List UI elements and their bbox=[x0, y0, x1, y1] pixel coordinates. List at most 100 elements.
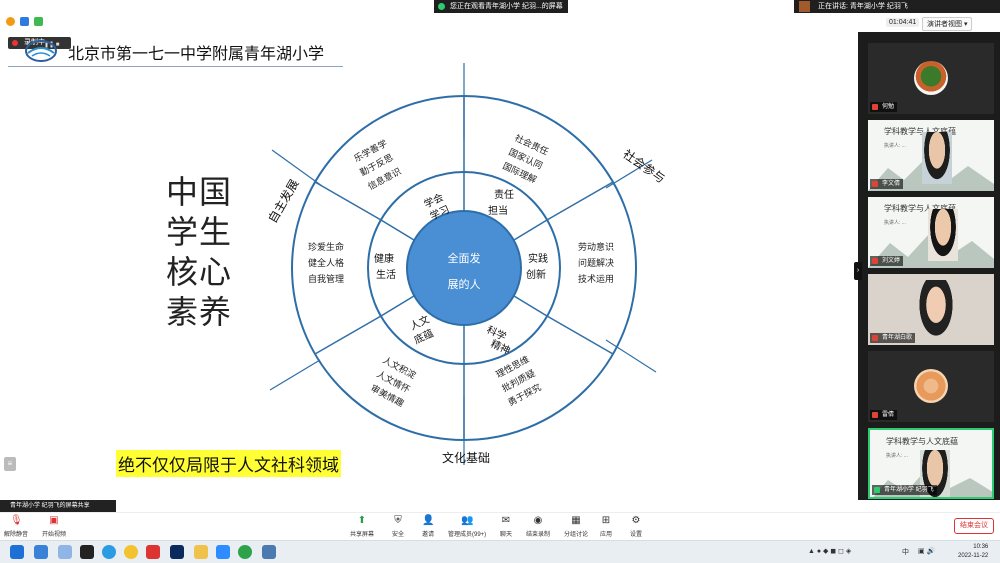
apps-label: 应用 bbox=[600, 532, 613, 538]
wechat-icon[interactable] bbox=[238, 545, 252, 559]
participant-name: 刘文婷 bbox=[870, 256, 904, 266]
outer-label-renwen: 人文积淀 人文情怀 审美情趣 bbox=[369, 354, 418, 410]
participant-video bbox=[922, 132, 952, 184]
slide-main-title: 中国 学生 核心 素养 bbox=[166, 173, 233, 331]
left-toolbar-handle[interactable]: ≡ bbox=[4, 457, 16, 471]
participant-name-text: 雷倩 bbox=[882, 412, 895, 418]
participant-tile-active-speaker[interactable]: 学科教学与人文底蕴 执讲人: ... 青年湖小学 纪羽飞 bbox=[868, 428, 994, 499]
participant-tile[interactable]: 青年湖白歌 bbox=[868, 274, 994, 345]
participant-name-text: 何勉 bbox=[882, 104, 895, 110]
chrome-icon[interactable] bbox=[124, 545, 138, 559]
participant-name-text: 李文倩 bbox=[882, 181, 901, 187]
participants-button[interactable]: 👥 管理成员(99+) bbox=[448, 515, 486, 538]
folder-icon[interactable] bbox=[194, 545, 208, 559]
info-icon[interactable] bbox=[6, 17, 15, 26]
stop-recording-button[interactable]: ◉ 结束录制 bbox=[526, 515, 550, 538]
divider-lower-left bbox=[269, 359, 321, 391]
mic-muted-icon bbox=[872, 412, 878, 418]
app-icon[interactable] bbox=[58, 545, 72, 559]
mic-active-icon bbox=[874, 487, 880, 493]
mic-muted-icon bbox=[872, 104, 878, 110]
invite-label: 邀请 bbox=[422, 532, 435, 538]
meeting-app-icon[interactable] bbox=[216, 545, 230, 559]
meeting-top-bar: 您正在观看青年湖小学 纪羽...的屏幕 正在讲话: 青年湖小学 纪羽飞 01:0… bbox=[0, 0, 1000, 32]
breakout-button[interactable]: ▦ 分组讨论 bbox=[564, 515, 588, 538]
participants-label: 管理成员(99+) bbox=[448, 532, 487, 538]
mute-label: 解除静音 bbox=[4, 532, 29, 538]
svg-text:健全人格: 健全人格 bbox=[308, 257, 344, 269]
domain-shehui: 社会参与 bbox=[620, 146, 668, 186]
view-mode-button[interactable]: 演讲者视图 ▾ bbox=[922, 17, 973, 31]
share-screen-button[interactable]: ⬆ 共享屏幕 bbox=[350, 515, 374, 538]
outer-label-kexue: 理性思维 批判质疑 勇于探究 bbox=[494, 353, 543, 409]
speaker-avatar bbox=[799, 1, 810, 12]
video-label: 开始视频 bbox=[42, 532, 67, 538]
participant-tile[interactable]: 何勉 bbox=[868, 43, 994, 114]
domain-wenhua: 文化基础 bbox=[442, 450, 490, 465]
edge-icon[interactable] bbox=[102, 545, 116, 559]
apps-button[interactable]: ⊞ 应用 bbox=[600, 515, 612, 538]
core-literacy-diagram: 全面发 展的人 自主发展 社会参与 文化基础 学会 学习 责任 担当 实践 创新… bbox=[265, 63, 668, 465]
start-video-button[interactable]: ▣ 开始视频 bbox=[42, 515, 66, 538]
tile-slide-sub: 执讲人: ... bbox=[886, 453, 908, 459]
collapse-panel-button[interactable]: › bbox=[854, 262, 862, 280]
video-off-icon: ▣ bbox=[49, 515, 59, 526]
security-label: 安全 bbox=[392, 532, 405, 538]
outer-label-jiankang: 珍爱生命 健全人格 自我管理 bbox=[308, 241, 344, 285]
participant-name: 青年湖小学 纪羽飞 bbox=[872, 485, 937, 495]
meeting-timer: 01:04:41 bbox=[886, 18, 920, 27]
share-status-icon bbox=[438, 3, 445, 10]
terminal-icon[interactable] bbox=[80, 545, 94, 559]
participant-name: 青年湖白歌 bbox=[870, 333, 916, 343]
system-tray-icons[interactable]: ▲ ● ◆ ◼ ◻ ◈ bbox=[808, 547, 851, 555]
clock-time: 10:36 bbox=[973, 544, 989, 550]
center-label-1: 全面发 bbox=[448, 251, 481, 265]
svg-text:劳动意识: 劳动意识 bbox=[578, 241, 614, 253]
viewing-share-banner[interactable]: 您正在观看青年湖小学 纪羽...的屏幕 bbox=[434, 0, 568, 13]
system-clock[interactable]: 10:36 2022-11-22 bbox=[958, 543, 988, 561]
ime-indicator[interactable]: 中 bbox=[902, 547, 909, 557]
breakout-label: 分组讨论 bbox=[564, 532, 589, 538]
network-icon[interactable]: ▣ 🔊 bbox=[918, 547, 935, 555]
record-dot-icon bbox=[12, 40, 18, 46]
svg-text:健康: 健康 bbox=[374, 252, 394, 265]
tile-slide-title: 学科教学与人文底蕴 bbox=[886, 437, 958, 446]
app-icon[interactable] bbox=[146, 545, 160, 559]
photoshop-icon[interactable] bbox=[170, 545, 184, 559]
clock-date: 2022-11-22 bbox=[958, 553, 989, 559]
chat-icon: ✉ bbox=[501, 515, 511, 526]
photos-icon[interactable] bbox=[262, 545, 276, 559]
security-button[interactable]: ⛨ 安全 bbox=[392, 515, 404, 538]
participant-tile[interactable]: 学科教学与人文底蕴 执讲人: ... 李文倩 bbox=[868, 120, 994, 191]
svg-text:担当: 担当 bbox=[488, 204, 508, 217]
svg-text:技术运用: 技术运用 bbox=[578, 273, 614, 285]
participant-avatar bbox=[914, 61, 948, 95]
svg-text:珍爱生命: 珍爱生命 bbox=[308, 241, 344, 253]
participants-icon: 👥 bbox=[461, 515, 474, 526]
center-label-2: 展的人 bbox=[448, 277, 481, 291]
participant-name: 何勉 bbox=[870, 102, 898, 112]
svg-text:问题解决: 问题解决 bbox=[578, 257, 614, 269]
participant-tile[interactable]: 学科教学与人文底蕴 执讲人: ... 刘文婷 bbox=[868, 197, 994, 268]
divider-lower-right bbox=[605, 339, 657, 373]
inner-label-zeren: 责任 担当 bbox=[488, 188, 514, 217]
participant-tile[interactable]: 雷倩 bbox=[868, 351, 994, 422]
app-icon[interactable] bbox=[34, 545, 48, 559]
participant-name: 李文倩 bbox=[870, 179, 904, 189]
mic-muted-icon: 🎙 bbox=[10, 515, 23, 526]
start-icon[interactable] bbox=[10, 545, 24, 559]
shield-icon[interactable] bbox=[20, 17, 29, 26]
invite-button[interactable]: 👤 邀请 bbox=[422, 515, 434, 538]
inner-label-jiankang: 健康 生活 bbox=[374, 252, 396, 281]
mute-button[interactable]: 🎙 解除静音 bbox=[4, 515, 28, 538]
apps-icon: ⊞ bbox=[601, 515, 611, 526]
settings-button[interactable]: ⚙ 设置 bbox=[630, 515, 642, 538]
speaking-banner: 正在讲话: 青年湖小学 纪羽飞 bbox=[794, 0, 1000, 13]
signal-icon bbox=[34, 17, 43, 26]
end-meeting-button[interactable]: 结束会议 bbox=[954, 518, 994, 534]
windows-taskbar: ▲ ● ◆ ◼ ◻ ◈ 中 ▣ 🔊 10:36 2022-11-22 bbox=[0, 540, 1000, 563]
mic-muted-icon bbox=[872, 181, 878, 187]
svg-text:责任: 责任 bbox=[494, 188, 514, 201]
chat-button[interactable]: ✉ 聊天 bbox=[500, 515, 512, 538]
settings-label: 设置 bbox=[630, 532, 643, 538]
